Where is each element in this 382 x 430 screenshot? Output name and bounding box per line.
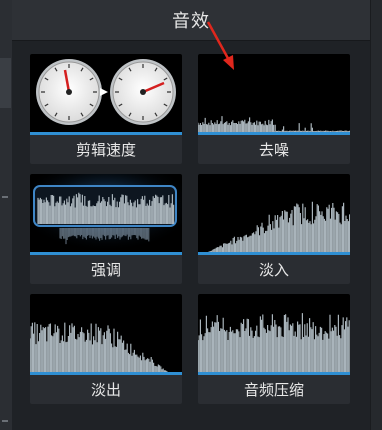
effect-label: 去噪 <box>258 141 289 159</box>
effect-tile-fade-out[interactable]: 淡出 <box>30 294 182 404</box>
audio-effects-panel: 音效 剪辑速度 去噪 强调 淡入 淡出 音频压缩 <box>12 0 370 430</box>
effect-label: 淡入 <box>258 261 289 279</box>
emphasis-waveform-icon <box>30 174 182 252</box>
speed-clocks-icon <box>30 54 182 132</box>
right-scroll-strip[interactable] <box>370 0 382 430</box>
effect-label: 淡出 <box>90 381 121 399</box>
left-sidebar-marker <box>2 196 8 198</box>
effect-label: 剪辑速度 <box>75 141 136 159</box>
annotation-arrow-icon <box>206 21 234 70</box>
left-sidebar-tab[interactable] <box>0 58 11 108</box>
effect-tile-clip-speed[interactable]: 剪辑速度 <box>30 54 182 164</box>
fade-out-waveform-icon <box>30 294 182 372</box>
compressor-waveform-icon <box>198 294 350 372</box>
fade-in-waveform-icon <box>198 174 350 252</box>
panel-header: 音效 <box>12 0 370 41</box>
effect-label: 音频压缩 <box>243 381 304 399</box>
effect-tile-audio-compression[interactable]: 音频压缩 <box>198 294 350 404</box>
effect-tile-emphasis[interactable]: 强调 <box>30 174 182 284</box>
left-sidebar-marker <box>2 420 8 422</box>
effect-label: 强调 <box>90 261 121 279</box>
effect-tile-fade-in[interactable]: 淡入 <box>198 174 350 284</box>
